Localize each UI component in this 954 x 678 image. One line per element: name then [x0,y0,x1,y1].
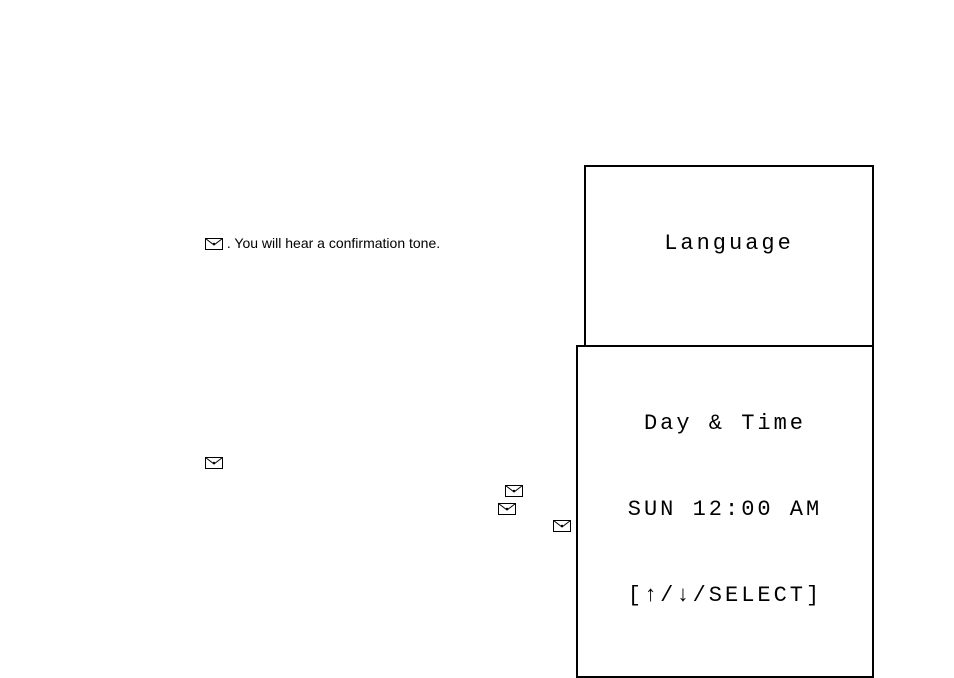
lcd-daytime-hint: [↑/↓/SELECT] [592,582,858,611]
left-confirmation-text: . You will hear a confirmation tone. [227,235,440,251]
lcd-daytime-value: SUN 12:00 AM [592,496,858,525]
envelope-icon [553,519,571,531]
center-envelope-2 [498,500,516,516]
lcd-daytime-box: Day & Time SUN 12:00 AM [↑/↓/SELECT] [576,345,874,678]
envelope-icon [505,484,523,496]
lcd-daytime-title: Day & Time [592,410,858,439]
envelope-icon [205,456,223,468]
document-page: . You will hear a confirmation tone. [0,0,954,671]
center-envelope-1 [505,482,523,498]
lcd-language-title: Language [600,230,858,259]
left-lone-envelope [205,454,223,470]
envelope-icon [205,237,223,249]
left-confirmation-line: . You will hear a confirmation tone. [205,235,440,251]
envelope-icon [498,502,516,514]
